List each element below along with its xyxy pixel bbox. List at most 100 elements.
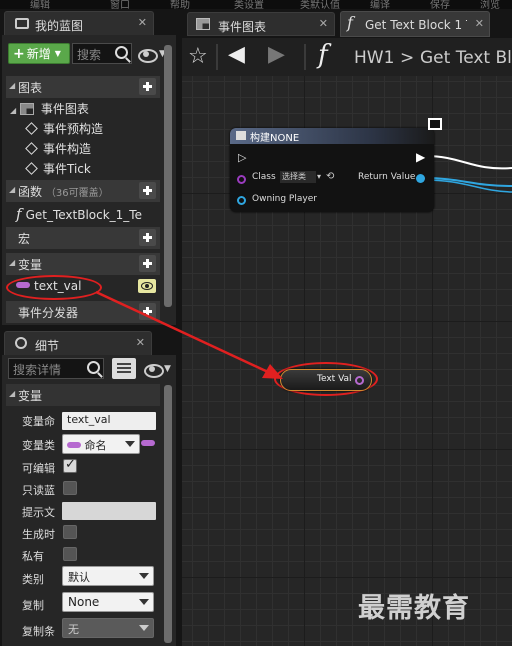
graph-canvas[interactable]: 构建NONE ▷ ▶ Class 选择类 ▾ ⟲ Return Value Ow… — [182, 76, 512, 646]
graph-icon — [19, 103, 34, 115]
close-icon[interactable]: ✕ — [319, 17, 328, 30]
visibility-eye-icon[interactable] — [138, 279, 156, 293]
variable-name-label: 变量命 — [22, 415, 55, 428]
category-dropdown[interactable]: 默认 — [62, 566, 154, 586]
dropdown-arrow-icon[interactable]: ▾ — [317, 172, 321, 181]
section-variables[interactable]: ◢ 变量 — [6, 253, 160, 275]
breadcrumb-root[interactable]: HW1 — [354, 48, 394, 68]
tab-event-graph[interactable]: 事件图表 ✕ — [187, 12, 335, 36]
class-picker[interactable]: 选择类 — [280, 171, 316, 183]
return-value-pin-icon[interactable] — [416, 174, 425, 183]
add-dispatcher-plus-icon[interactable] — [139, 303, 156, 320]
name-output-pin-icon[interactable] — [355, 376, 364, 385]
close-icon[interactable]: ✕ — [136, 336, 145, 349]
dropdown-arrow-icon — [125, 441, 135, 447]
add-graph-plus-icon[interactable] — [139, 78, 156, 95]
exec-in-pin-icon[interactable]: ▷ — [238, 151, 246, 164]
favorite-star-icon[interactable]: ☆ — [188, 44, 208, 69]
details-tab[interactable]: 细节 ✕ — [4, 331, 152, 355]
menu-item[interactable]: 窗口 — [110, 0, 130, 9]
menu-item[interactable]: 帮助 — [170, 0, 190, 9]
event-diamond-icon — [25, 142, 38, 155]
replication-condition-dropdown[interactable]: 无 — [62, 618, 154, 638]
construct-node[interactable]: 构建NONE ▷ ▶ Class 选择类 ▾ ⟲ Return Value Ow… — [230, 128, 434, 212]
add-variable-plus-icon[interactable] — [139, 255, 156, 272]
back-arrow-icon[interactable]: ◀ — [228, 42, 245, 67]
owning-player-pin-icon[interactable] — [237, 196, 246, 205]
tree-item-event[interactable]: 事件构造 — [24, 140, 91, 157]
breadcrumb-current[interactable]: Get Text Bl — [420, 48, 512, 68]
replication-condition-value: 无 — [68, 623, 79, 636]
variable-name-field[interactable]: text_val — [62, 412, 156, 430]
close-icon[interactable]: ✕ — [475, 17, 484, 30]
menu-item[interactable]: 类设置 — [234, 0, 264, 9]
container-type-icon[interactable] — [141, 440, 155, 446]
add-function-plus-icon[interactable] — [139, 182, 156, 199]
tree-item-event-graph[interactable]: ◢ 事件图表 — [10, 100, 89, 117]
forward-arrow-icon[interactable]: ▶ — [268, 42, 285, 67]
search-placeholder: 搜索 — [77, 48, 102, 62]
category-label: 变量 — [18, 389, 43, 403]
blueprint-readonly-checkbox[interactable] — [63, 481, 77, 495]
search-icon — [115, 46, 128, 59]
expand-arrow-icon: ◢ — [9, 81, 16, 90]
text-val-get-node[interactable]: Text Val — [280, 369, 372, 391]
expand-arrow-icon: ◢ — [10, 106, 17, 115]
graphs-label: 图表 — [18, 81, 43, 95]
macros-label: 宏 — [18, 232, 31, 246]
private-checkbox[interactable] — [63, 547, 77, 561]
replication-dropdown[interactable]: None — [62, 592, 154, 612]
section-functions[interactable]: ◢ 函数 （36可覆盖） — [6, 180, 160, 202]
chevron-down-icon[interactable]: ▼ — [164, 364, 171, 374]
expand-arrow-icon: ◢ — [9, 185, 16, 194]
property-matrix-icon[interactable] — [112, 358, 136, 379]
add-macro-plus-icon[interactable] — [139, 229, 156, 246]
tree-item-function[interactable]: f Get_TextBlock_1_Te — [16, 205, 142, 223]
tree-item-event[interactable]: 事件Tick — [24, 160, 91, 177]
variable-node-label: Text Val — [317, 374, 352, 384]
menu-item[interactable]: 浏览 — [480, 0, 500, 9]
section-macros[interactable]: 宏 — [6, 227, 160, 249]
blueprint-search-input[interactable]: 搜索 — [72, 43, 132, 64]
section-graphs[interactable]: ◢ 图表 — [6, 76, 160, 98]
category-value: 默认 — [68, 571, 90, 584]
instance-editable-checkbox[interactable] — [63, 457, 77, 473]
class-picker-value: 选择类 — [282, 172, 306, 181]
expose-on-spawn-checkbox[interactable] — [63, 525, 77, 539]
variable-type-dropdown[interactable]: 命名 — [62, 434, 140, 454]
node-icon — [236, 131, 246, 140]
details-scrollbar[interactable] — [164, 385, 172, 643]
menu-item[interactable]: 类默认值 — [300, 0, 340, 9]
add-new-button[interactable]: + 新增 ▼ — [8, 43, 70, 64]
menu-item[interactable]: 编译 — [370, 0, 390, 9]
magnifier-icon — [15, 337, 27, 349]
blueprint-readonly-label: 只读蓝 — [22, 484, 55, 497]
tree-item-event[interactable]: 事件预构造 — [24, 120, 103, 137]
tooltip-field[interactable] — [62, 502, 156, 520]
browse-icon[interactable]: ⟲ — [326, 171, 334, 182]
class-pin-label: Class — [252, 172, 276, 182]
replication-label: 复制 — [22, 599, 44, 612]
section-event-dispatchers[interactable]: 事件分发器 — [6, 301, 160, 323]
my-blueprint-tab[interactable]: 我的蓝图 ✕ — [4, 11, 154, 35]
top-menu-strip: 编辑 窗口 帮助 类设置 类默认值 编译 保存 浏览 — [0, 0, 512, 9]
view-options-eye-icon[interactable] — [136, 47, 160, 63]
chevron-down-icon: ▼ — [54, 49, 61, 58]
menu-item[interactable]: 编辑 — [30, 0, 50, 9]
exec-wire[interactable] — [425, 155, 512, 170]
event-label: 事件构造 — [43, 142, 92, 156]
override-count: （36可覆盖） — [45, 188, 109, 199]
my-blueprint-scrollbar[interactable] — [164, 45, 172, 307]
category-variable[interactable]: ◢ 变量 — [6, 384, 160, 406]
details-search-input[interactable]: 搜索详情 — [8, 358, 104, 379]
tab-get-text-block[interactable]: f Get Text Block 1 Te ✕ — [340, 11, 490, 37]
view-options-eye-icon[interactable] — [142, 362, 166, 378]
graph-icon — [196, 18, 210, 30]
replication-condition-label: 复制条 — [22, 625, 55, 638]
menu-item[interactable]: 保存 — [430, 0, 450, 9]
return-value-label: Return Value — [358, 172, 416, 182]
close-icon[interactable]: ✕ — [138, 16, 147, 29]
exec-out-pin-icon[interactable]: ▶ — [416, 150, 425, 164]
details-title: 细节 — [35, 339, 60, 353]
class-pin-icon[interactable] — [237, 175, 246, 184]
